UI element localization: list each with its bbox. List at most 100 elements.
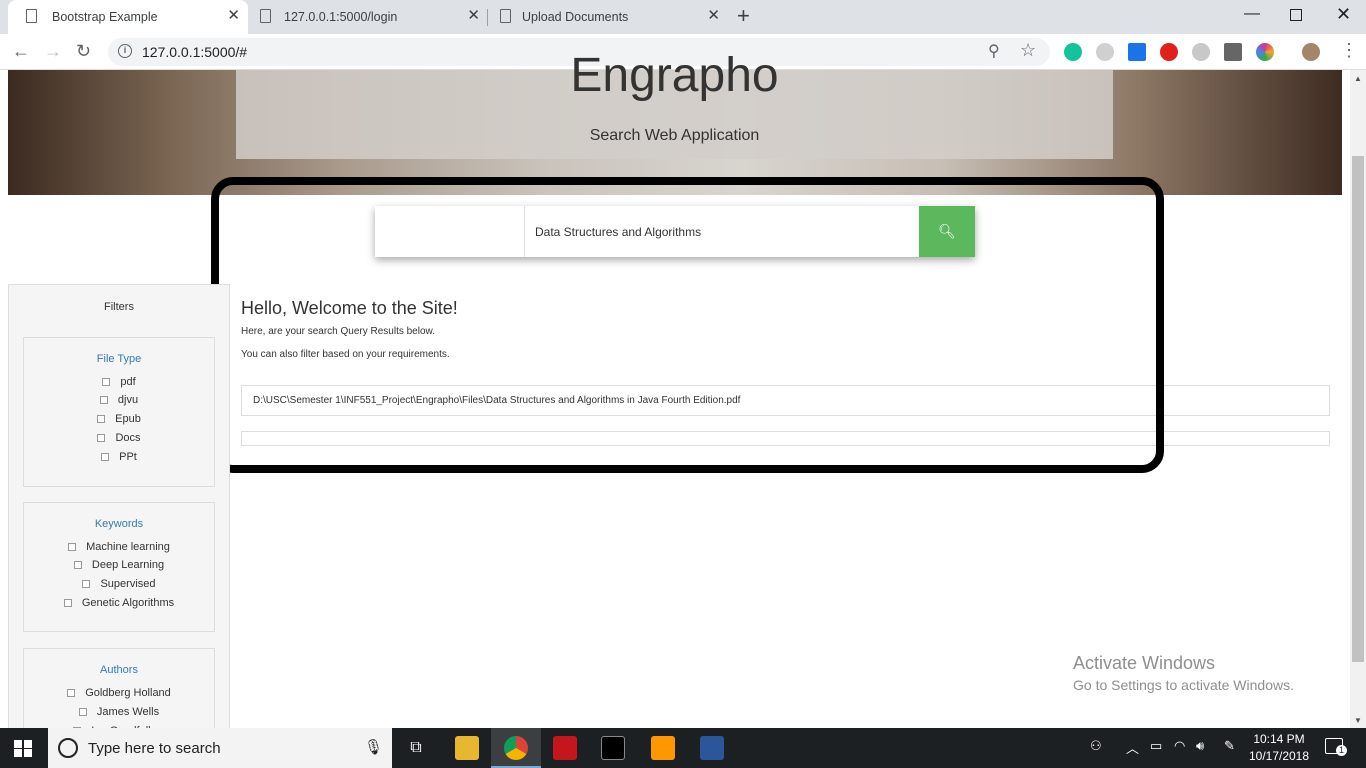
menu-icon[interactable]: ⋮ bbox=[1340, 40, 1358, 60]
wifi-icon[interactable]: ◠ bbox=[1174, 738, 1185, 754]
checkbox[interactable] bbox=[82, 580, 91, 588]
volume-icon[interactable]: 🔊︎ bbox=[1196, 738, 1204, 754]
page-scrollbar[interactable]: ▲ ▼ bbox=[1350, 70, 1366, 728]
minimize-button[interactable]: — bbox=[1244, 4, 1260, 24]
tab-title: Bootstrap Example bbox=[52, 10, 158, 24]
filter-option[interactable]: Epub bbox=[24, 413, 214, 425]
filter-option[interactable]: Goldberg Holland bbox=[24, 687, 214, 699]
close-window-button[interactable]: ✕ bbox=[1336, 4, 1351, 24]
clock-time: 10:14 PM bbox=[1253, 732, 1305, 746]
checkbox[interactable] bbox=[78, 708, 87, 716]
tab-upload-documents[interactable]: Upload Documents ✕ bbox=[488, 0, 728, 34]
site-subtitle: Search Web Application bbox=[589, 127, 760, 144]
chrome-taskbar-button[interactable] bbox=[491, 728, 541, 768]
windows-taskbar: Type here to search 🎙︎ ⧉ ⚇ ︿ ▭ ◠ 🔊︎ ✎ 10… bbox=[0, 728, 1366, 768]
filter-group-title: Keywords bbox=[94, 518, 144, 530]
taskbar-clock[interactable]: 10:14 PM 10/17/2018 bbox=[1244, 731, 1314, 765]
checkbox[interactable] bbox=[102, 378, 111, 386]
watermark-subtitle: Go to Settings to activate Windows. bbox=[1073, 677, 1294, 693]
command-prompt-icon[interactable] bbox=[601, 736, 625, 760]
new-tab-button[interactable]: + bbox=[737, 5, 750, 27]
scroll-down-arrow-icon[interactable]: ▼ bbox=[1354, 716, 1362, 725]
profile-avatar[interactable] bbox=[1302, 43, 1320, 61]
result-item[interactable]: D:\USC\Semester 1\INF551_Project\Engraph… bbox=[241, 385, 1330, 416]
activate-windows-watermark: Activate Windows Go to Settings to activ… bbox=[1073, 653, 1294, 693]
filter-group-title: Authors bbox=[100, 664, 138, 676]
pen-icon[interactable]: ✎ bbox=[1224, 738, 1235, 754]
forward-arrow-icon[interactable]: → bbox=[44, 41, 62, 61]
scrollbar-thumb[interactable] bbox=[1352, 156, 1364, 662]
tab-bootstrap-example[interactable]: Bootstrap Example ✕ bbox=[8, 0, 248, 34]
opera-icon[interactable] bbox=[1160, 43, 1178, 61]
back-arrow-icon[interactable]: ← bbox=[12, 41, 30, 61]
cortana-icon bbox=[58, 738, 78, 758]
tab-login[interactable]: 127.0.0.1:5000/login ✕ bbox=[248, 0, 488, 34]
taskbar-search-box[interactable]: Type here to search 🎙︎ bbox=[48, 728, 392, 768]
new-badge-icon[interactable] bbox=[1128, 43, 1146, 61]
filter-option[interactable]: Machine learning bbox=[24, 541, 214, 553]
filter-option[interactable]: Deep Learning bbox=[24, 559, 214, 571]
filter-group-title: File Type bbox=[96, 353, 142, 365]
checkbox[interactable] bbox=[73, 561, 82, 569]
windows-start-icon[interactable] bbox=[14, 740, 32, 757]
scroll-up-arrow-icon[interactable]: ▲ bbox=[1354, 74, 1362, 83]
close-tab-icon[interactable]: ✕ bbox=[707, 8, 720, 24]
chrome-icon bbox=[504, 736, 528, 760]
restore-button[interactable] bbox=[1290, 9, 1302, 21]
word-icon[interactable] bbox=[700, 736, 724, 760]
notification-badge: 1 bbox=[1336, 745, 1347, 756]
filters-title: Filters bbox=[104, 301, 134, 313]
filters-panel: Filters File Type pdf djvu Epub Docs PPt… bbox=[8, 284, 230, 738]
filter-option[interactable]: Genetic Algorithms bbox=[24, 597, 214, 609]
sublime-text-icon[interactable] bbox=[651, 736, 675, 760]
checkbox[interactable] bbox=[97, 415, 106, 423]
battery-icon[interactable]: ▭ bbox=[1150, 738, 1162, 754]
site-title: Engrapho bbox=[570, 49, 779, 102]
acrobat-icon[interactable] bbox=[553, 736, 577, 760]
colorful-extension-icon[interactable] bbox=[1256, 43, 1274, 61]
microphone-icon[interactable]: 🎙︎ bbox=[364, 738, 383, 756]
tab-title: Upload Documents bbox=[522, 10, 629, 24]
reload-icon[interactable]: ↻ bbox=[76, 41, 91, 61]
bike-icon[interactable] bbox=[1192, 43, 1210, 61]
filter-group-keywords: Keywords Machine learning Deep Learning … bbox=[23, 502, 215, 632]
page-icon bbox=[500, 9, 511, 23]
filter-hint-text: You can also filter based on your requir… bbox=[241, 349, 450, 360]
result-item-empty bbox=[241, 431, 1330, 446]
hero-box: Engrapho Search Web Application bbox=[236, 49, 1113, 159]
search-icon: 🔍︎ bbox=[938, 223, 956, 239]
filter-option[interactable]: Docs bbox=[24, 432, 214, 444]
close-tab-icon[interactable]: ✕ bbox=[227, 8, 240, 24]
tab-title: 127.0.0.1:5000/login bbox=[284, 10, 398, 24]
task-view-icon[interactable]: ⧉ bbox=[404, 736, 428, 760]
close-tab-icon[interactable]: ✕ bbox=[467, 8, 480, 24]
checkbox[interactable] bbox=[97, 434, 106, 442]
filter-option[interactable]: pdf bbox=[24, 376, 214, 388]
checkbox[interactable] bbox=[67, 689, 76, 697]
taskbar-search-placeholder: Type here to search bbox=[88, 740, 221, 757]
filter-option[interactable]: PPt bbox=[24, 451, 214, 463]
people-icon[interactable]: ⚇ bbox=[1090, 738, 1102, 754]
filter-option[interactable]: James Wells bbox=[24, 706, 214, 718]
search-bar: 🔍︎ bbox=[375, 206, 975, 257]
checkbox[interactable] bbox=[63, 599, 72, 607]
megaphone-icon[interactable] bbox=[1224, 43, 1242, 61]
search-button[interactable]: 🔍︎ bbox=[919, 206, 975, 257]
filter-group-authors: Authors Goldberg Holland James Wells Ian… bbox=[23, 648, 215, 738]
browser-tab-bar: Bootstrap Example ✕ 127.0.0.1:5000/login… bbox=[0, 0, 1366, 34]
filter-option[interactable]: djvu bbox=[24, 394, 214, 406]
search-input[interactable] bbox=[535, 218, 915, 246]
search-category-select[interactable] bbox=[375, 206, 525, 257]
chevron-up-icon[interactable]: ︿ bbox=[1126, 738, 1139, 757]
notification-icon[interactable]: 1 bbox=[1325, 738, 1347, 756]
watermark-title: Activate Windows bbox=[1073, 653, 1216, 673]
url-text: 127.0.0.1:5000/# bbox=[142, 44, 248, 60]
info-icon[interactable]: i bbox=[118, 44, 132, 58]
filter-group-file-type: File Type pdf djvu Epub Docs PPt bbox=[23, 337, 215, 487]
checkbox[interactable] bbox=[101, 453, 110, 461]
filter-option[interactable]: Supervised bbox=[24, 578, 214, 590]
file-explorer-icon[interactable] bbox=[455, 736, 479, 760]
page-icon bbox=[260, 9, 271, 23]
checkbox[interactable] bbox=[68, 543, 77, 551]
checkbox[interactable] bbox=[99, 396, 108, 404]
